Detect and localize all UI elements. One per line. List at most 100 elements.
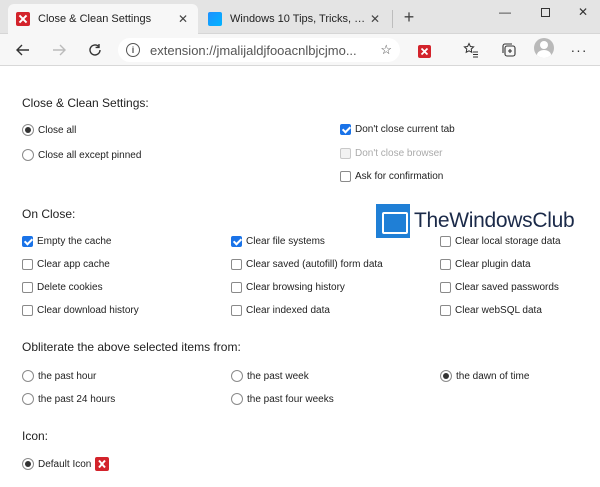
windows-logo-icon xyxy=(208,12,222,26)
option-label: Don't close current tab xyxy=(355,124,455,135)
close-icon[interactable]: ✕ xyxy=(176,12,190,26)
more-options-icon[interactable]: ··· xyxy=(568,39,590,61)
site-info-icon[interactable]: i xyxy=(126,43,140,57)
checkbox-checked[interactable] xyxy=(22,236,33,247)
forward-arrow-icon[interactable] xyxy=(48,39,70,61)
radio-unselected[interactable] xyxy=(231,370,243,382)
url-text: extension://jmalijaldjfooacnlbjcjmo... xyxy=(150,42,357,58)
option-label: Delete cookies xyxy=(37,282,103,293)
tab-close-clean-settings[interactable]: Close & Clean Settings ✕ xyxy=(8,4,198,34)
tab-divider xyxy=(392,10,393,28)
option-label: Empty the cache xyxy=(37,236,112,247)
checkbox-unchecked[interactable] xyxy=(440,259,451,270)
delete-cookies-checkbox[interactable]: Delete cookies xyxy=(22,282,103,293)
checkbox-unchecked[interactable] xyxy=(340,171,351,182)
checkbox-unchecked[interactable] xyxy=(231,282,242,293)
radio-selected[interactable] xyxy=(22,458,34,470)
option-label: the past week xyxy=(247,370,309,382)
radio-selected[interactable] xyxy=(440,370,452,382)
radio-unselected[interactable] xyxy=(22,393,34,405)
option-label: Close all except pinned xyxy=(38,149,142,161)
option-label: Clear download history xyxy=(37,305,139,316)
past-four-weeks-radio[interactable]: the past four weeks xyxy=(231,393,334,405)
past-24-hours-radio[interactable]: the past 24 hours xyxy=(22,393,115,405)
back-arrow-icon[interactable] xyxy=(12,39,34,61)
option-label: Clear indexed data xyxy=(246,305,330,316)
window-close-icon[interactable]: ✕ xyxy=(564,0,600,26)
icon-heading: Icon: xyxy=(22,429,49,443)
maximize-icon[interactable] xyxy=(526,0,564,26)
option-label: Clear app cache xyxy=(37,259,110,270)
favorites-icon[interactable] xyxy=(460,39,482,61)
clear-browsing-history-checkbox[interactable]: Clear browsing history xyxy=(231,282,345,293)
add-favorite-icon[interactable]: ☆ xyxy=(380,42,392,58)
minimize-icon[interactable]: — xyxy=(486,0,524,26)
option-label: Clear saved (autofill) form data xyxy=(246,259,383,270)
clear-app-cache-checkbox[interactable]: Clear app cache xyxy=(22,259,110,270)
checkbox-unchecked[interactable] xyxy=(22,282,33,293)
clear-download-history-checkbox[interactable]: Clear download history xyxy=(22,305,139,316)
windows-club-logo-icon xyxy=(376,204,410,238)
obliterate-heading: Obliterate the above selected items from… xyxy=(22,340,241,354)
tab-strip: Close & Clean Settings ✕ Windows 10 Tips… xyxy=(0,0,600,34)
checkbox-unchecked[interactable] xyxy=(22,259,33,270)
checkbox-disabled xyxy=(340,148,351,159)
option-label: Close all xyxy=(38,124,77,136)
checkbox-checked[interactable] xyxy=(340,124,351,135)
empty-cache-checkbox[interactable]: Empty the cache xyxy=(22,236,111,247)
tab-title: Close & Clean Settings xyxy=(38,13,152,25)
option-label: the past hour xyxy=(38,370,97,382)
refresh-icon[interactable] xyxy=(84,39,106,61)
settings-page: Close & Clean Settings: Close all Close … xyxy=(0,66,600,487)
dawn-of-time-radio[interactable]: the dawn of time xyxy=(440,370,529,382)
option-label: Clear file systems xyxy=(246,236,325,247)
on-close-heading: On Close: xyxy=(22,207,76,221)
checkbox-unchecked[interactable] xyxy=(440,305,451,316)
option-label: Clear webSQL data xyxy=(455,305,542,316)
checkbox-unchecked[interactable] xyxy=(22,305,33,316)
past-week-radio[interactable]: the past week xyxy=(231,370,309,382)
close-icon[interactable]: ✕ xyxy=(368,12,382,26)
radio-selected[interactable] xyxy=(22,124,34,136)
radio-unselected[interactable] xyxy=(231,393,243,405)
browser-toolbar: i extension://jmalijaldjfooacnlbjcjmo...… xyxy=(0,34,600,66)
clear-websql-data-checkbox[interactable]: Clear webSQL data xyxy=(440,305,542,316)
watermark-text: TheWindowsClub xyxy=(414,209,575,232)
tab-title: Windows 10 Tips, Tricks, Help, Su xyxy=(230,13,368,25)
clear-indexed-data-checkbox[interactable]: Clear indexed data xyxy=(231,305,330,316)
option-label: the past four weeks xyxy=(247,393,334,405)
close-clean-x-icon xyxy=(16,12,30,26)
default-icon-radio[interactable]: Default Icon xyxy=(22,457,110,471)
option-label: the dawn of time xyxy=(456,370,530,382)
profile-avatar[interactable] xyxy=(534,38,554,58)
address-bar[interactable]: i extension://jmalijaldjfooacnlbjcjmo...… xyxy=(118,38,400,62)
clear-saved-passwords-checkbox[interactable]: Clear saved passwords xyxy=(440,282,559,293)
option-label: Default Icon xyxy=(38,458,92,470)
option-label: Clear saved passwords xyxy=(455,282,559,293)
option-label: Ask for confirmation xyxy=(355,171,444,182)
tab-windows-tips[interactable]: Windows 10 Tips, Tricks, Help, Su ✕ xyxy=(200,4,390,34)
new-tab-icon[interactable]: + xyxy=(398,7,420,29)
close-all-except-pinned-radio[interactable]: Close all except pinned xyxy=(22,149,141,161)
ask-for-confirmation-checkbox[interactable]: Ask for confirmation xyxy=(340,171,443,182)
radio-unselected[interactable] xyxy=(22,149,34,161)
past-hour-radio[interactable]: the past hour xyxy=(22,370,96,382)
collections-icon[interactable] xyxy=(498,39,520,61)
dont-close-current-tab-checkbox[interactable]: Don't close current tab xyxy=(340,124,455,135)
checkbox-checked[interactable] xyxy=(231,236,242,247)
clear-plugin-data-checkbox[interactable]: Clear plugin data xyxy=(440,259,531,270)
dont-close-browser-checkbox: Don't close browser xyxy=(340,148,443,159)
close-clean-extension-icon[interactable] xyxy=(418,45,431,58)
option-label: Don't close browser xyxy=(355,148,443,159)
checkbox-unchecked[interactable] xyxy=(231,305,242,316)
option-label: Clear browsing history xyxy=(246,282,345,293)
clear-form-data-checkbox[interactable]: Clear saved (autofill) form data xyxy=(231,259,383,270)
clear-file-systems-checkbox[interactable]: Clear file systems xyxy=(231,236,325,247)
option-label: the past 24 hours xyxy=(38,393,116,405)
option-label: Clear plugin data xyxy=(455,259,531,270)
checkbox-unchecked[interactable] xyxy=(440,282,451,293)
checkbox-unchecked[interactable] xyxy=(231,259,242,270)
close-all-radio[interactable]: Close all xyxy=(22,124,76,136)
radio-unselected[interactable] xyxy=(22,370,34,382)
close-clean-x-icon xyxy=(95,457,110,471)
